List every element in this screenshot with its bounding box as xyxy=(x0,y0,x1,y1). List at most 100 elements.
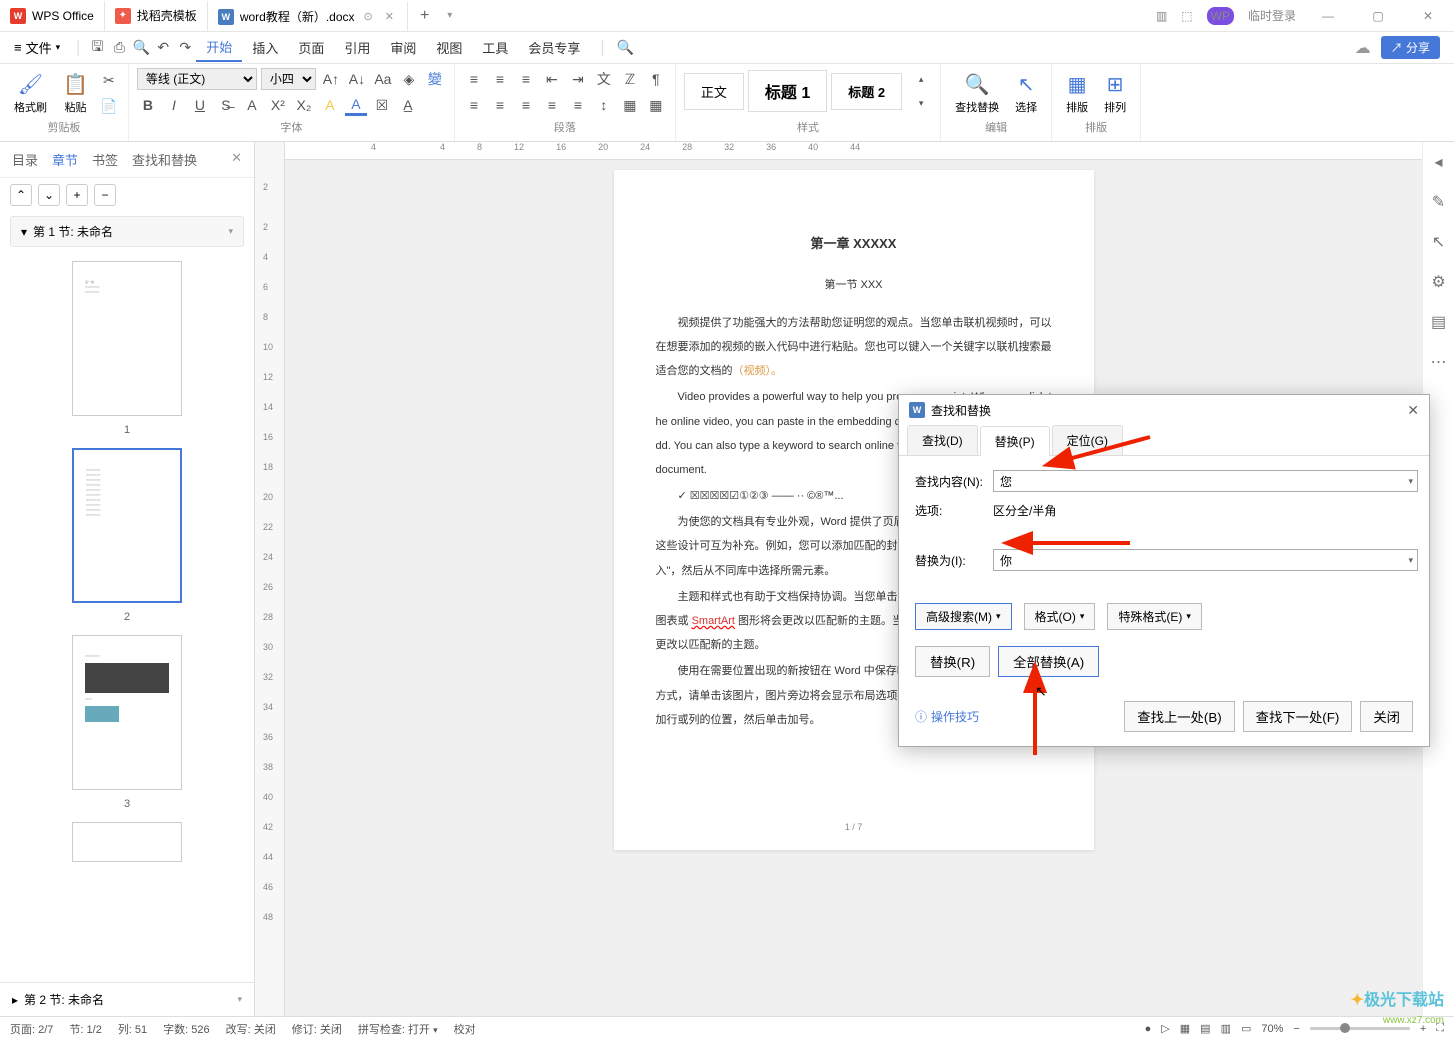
status-spellcheck[interactable]: 拼写检查: 打开 ▾ xyxy=(358,1021,438,1037)
close-button[interactable]: 关闭 xyxy=(1360,701,1413,732)
font-name-select[interactable]: 等线 (正文) xyxy=(137,68,257,90)
bold-icon[interactable]: B xyxy=(137,94,159,116)
align-left-icon[interactable]: ≡ xyxy=(463,94,485,116)
section-2-header[interactable]: ▸ 第 2 节: 未命名 ▾ xyxy=(0,982,254,1016)
status-section[interactable]: 节: 1/2 xyxy=(69,1021,101,1037)
style-heading2[interactable]: 标题 2 xyxy=(831,73,902,110)
search-icon[interactable]: 🔍 xyxy=(615,37,637,59)
zoom-out-button[interactable]: − xyxy=(1293,1023,1299,1035)
undo-icon[interactable]: ↶ xyxy=(152,37,174,59)
style-down-icon[interactable]: ▾ xyxy=(910,92,932,114)
save-icon[interactable]: 🖫 xyxy=(86,37,108,59)
tab-templates[interactable]: ✦ 找稻壳模板 xyxy=(105,1,208,31)
pen-icon[interactable]: ✎ xyxy=(1432,192,1445,212)
shading-icon[interactable]: ☒ xyxy=(371,94,393,116)
nav-prev-button[interactable]: ⌃ xyxy=(10,184,32,206)
find-prev-button[interactable]: 查找上一处(B) xyxy=(1124,701,1234,732)
italic-icon[interactable]: I xyxy=(163,94,185,116)
style-normal[interactable]: 正文 xyxy=(684,73,744,110)
indent-icon[interactable]: ⇥ xyxy=(567,68,589,90)
borders-icon[interactable]: ▦ xyxy=(645,94,667,116)
font-color-icon[interactable]: A xyxy=(345,94,367,116)
status-proof[interactable]: 校对 xyxy=(454,1021,476,1037)
minimize-button[interactable]: — xyxy=(1310,9,1346,23)
numbered-list-icon[interactable]: ≡ xyxy=(489,68,511,90)
more-icon[interactable]: ⋯ xyxy=(1431,352,1447,372)
cube-icon[interactable]: ⬚ xyxy=(1181,9,1192,23)
menu-start[interactable]: 开始 xyxy=(196,34,242,62)
tab-wps-home[interactable]: W WPS Office xyxy=(0,1,105,31)
cut-icon[interactable]: ✂ xyxy=(98,70,120,92)
format-brush-button[interactable]: 🖌 格式刷 xyxy=(8,68,53,119)
redo-icon[interactable]: ↷ xyxy=(174,37,196,59)
share-button[interactable]: ↗ 分享 xyxy=(1381,36,1440,59)
clear-format-icon[interactable]: ◈ xyxy=(398,68,420,90)
close-icon[interactable]: ✕ xyxy=(231,150,242,169)
file-menu[interactable]: ≡ 文件 ▾ xyxy=(4,38,70,57)
close-icon[interactable]: ✕ xyxy=(1407,402,1419,419)
layers-icon[interactable]: ▤ xyxy=(1431,312,1446,332)
page-thumbnail-2[interactable]: ━━━━━━━━━━━━━━━━━━━━━━━━━━━━━━━━━━━━━━━━… xyxy=(72,448,182,603)
zoom-level[interactable]: 70% xyxy=(1261,1023,1283,1035)
show-marks-icon[interactable]: ¶ xyxy=(645,68,667,90)
bullet-list-icon[interactable]: ≡ xyxy=(463,68,485,90)
new-tab-button[interactable]: + xyxy=(408,7,441,25)
style-up-icon[interactable]: ▴ xyxy=(910,68,932,90)
window-layout-icon[interactable]: ▥ xyxy=(1156,9,1167,23)
format-button[interactable]: 格式(O) ▾ xyxy=(1024,603,1096,630)
nav-tab-sections[interactable]: 章节 xyxy=(52,150,78,169)
status-track[interactable]: 修订: 关闭 xyxy=(292,1021,342,1037)
view-outline-icon[interactable]: ▤ xyxy=(1200,1022,1210,1035)
style-heading1[interactable]: 标题 1 xyxy=(748,70,827,112)
menu-review[interactable]: 审阅 xyxy=(380,34,426,62)
highlight-icon[interactable]: A xyxy=(319,94,341,116)
status-column[interactable]: 列: 51 xyxy=(118,1021,147,1037)
tab-replace[interactable]: 替换(P) xyxy=(980,426,1050,456)
char-border-icon[interactable]: A̲ xyxy=(397,94,419,116)
text-direction-icon[interactable]: 文 xyxy=(593,68,615,90)
maximize-button[interactable]: ▢ xyxy=(1360,9,1396,23)
strikethrough-icon[interactable]: S̶ xyxy=(215,94,237,116)
replace-input[interactable] xyxy=(993,549,1418,571)
arrange-button[interactable]: ⊞ 排列 xyxy=(1098,68,1132,119)
find-replace-button[interactable]: 🔍 查找替换 xyxy=(949,68,1005,119)
align-justify-icon[interactable]: ≡ xyxy=(541,94,563,116)
align-center-icon[interactable]: ≡ xyxy=(489,94,511,116)
status-overwrite[interactable]: 改写: 关闭 xyxy=(226,1021,276,1037)
underline-icon[interactable]: U xyxy=(189,94,211,116)
play-icon[interactable]: ▷ xyxy=(1161,1022,1169,1035)
outdent-icon[interactable]: ⇤ xyxy=(541,68,563,90)
zoom-slider[interactable] xyxy=(1310,1027,1410,1030)
cloud-icon[interactable]: ☁ xyxy=(1355,38,1371,58)
page-thumbnail-3[interactable]: ━━━━━━━━━━━━ xyxy=(72,635,182,790)
layout-button[interactable]: ▦ 排版 xyxy=(1060,68,1094,119)
close-icon[interactable]: ✕ xyxy=(382,10,397,23)
distribute-icon[interactable]: ≡ xyxy=(567,94,589,116)
shading-para-icon[interactable]: ▦ xyxy=(619,94,641,116)
replace-button[interactable]: 替换(R) xyxy=(915,646,990,677)
paste-button[interactable]: 📋 粘贴 xyxy=(57,68,94,119)
nav-tab-bookmarks[interactable]: 书签 xyxy=(92,150,118,169)
page-thumbnail-4[interactable] xyxy=(72,822,182,862)
menu-member[interactable]: 会员专享 xyxy=(518,34,590,62)
tips-link[interactable]: ⓘ 操作技巧 xyxy=(915,708,979,725)
nav-tab-toc[interactable]: 目录 xyxy=(12,150,38,169)
preview-icon[interactable]: 🔍 xyxy=(130,37,152,59)
collapse-icon[interactable]: ◂ xyxy=(1434,152,1442,172)
nav-next-button[interactable]: ⌄ xyxy=(38,184,60,206)
font-size-select[interactable]: 小四 xyxy=(261,68,316,90)
section-1-header[interactable]: ▾ 第 1 节: 未命名 ▾ xyxy=(10,216,244,247)
nav-remove-button[interactable]: − xyxy=(94,184,116,206)
font-shrink-icon[interactable]: A↓ xyxy=(346,68,368,90)
view-print-icon[interactable]: ▦ xyxy=(1180,1022,1190,1035)
user-avatar[interactable]: WP xyxy=(1207,7,1234,25)
view-read-icon[interactable]: ▭ xyxy=(1241,1022,1251,1035)
menu-tools[interactable]: 工具 xyxy=(472,34,518,62)
select-button[interactable]: ↖ 选择 xyxy=(1009,68,1043,119)
tab-close-icon[interactable]: ⊙ xyxy=(361,10,376,23)
line-spacing-icon[interactable]: ↕ xyxy=(593,94,615,116)
status-wordcount[interactable]: 字数: 526 xyxy=(163,1021,209,1037)
settings-icon[interactable]: ⚙ xyxy=(1431,272,1445,292)
change-case-icon[interactable]: Aa xyxy=(372,68,394,90)
record-icon[interactable]: ● xyxy=(1145,1023,1152,1035)
